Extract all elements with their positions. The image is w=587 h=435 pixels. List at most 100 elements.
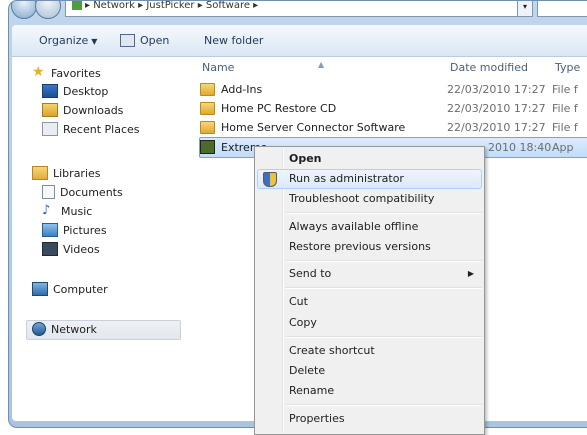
nav-item-documents[interactable]: Documents xyxy=(42,184,123,202)
menu-item-label: Rename xyxy=(289,384,335,397)
nav-item-downloads[interactable]: Downloads xyxy=(42,102,123,120)
folder-icon xyxy=(200,101,215,115)
menu-item-cut[interactable]: Cut xyxy=(257,292,482,312)
desktop-icon xyxy=(42,84,58,98)
address-bar[interactable]: ▸ Network ▸ JustPicker ▸ Software ▸ xyxy=(65,0,522,17)
menu-item-properties[interactable]: Properties xyxy=(257,409,482,429)
nav-item-label: Music xyxy=(61,205,93,218)
new-folder-button[interactable]: New folder xyxy=(204,25,263,56)
nav-item-label: Documents xyxy=(60,186,123,199)
file-date: 22/03/2010 17:27 xyxy=(447,121,546,134)
file-name: Add-Ins xyxy=(221,83,263,96)
organize-label: Organize xyxy=(39,34,89,47)
menu-separator xyxy=(285,260,482,262)
column-type-label: Type xyxy=(555,61,581,74)
column-header-date[interactable]: Date modified xyxy=(450,58,528,78)
menu-item-open[interactable]: Open xyxy=(257,149,482,169)
nav-item-label: Pictures xyxy=(63,224,107,237)
new-folder-label: New folder xyxy=(204,34,264,47)
menu-item-create-shortcut[interactable]: Create shortcut xyxy=(257,341,482,361)
file-date: 2010 18:40 xyxy=(488,141,552,154)
address-dropdown-button[interactable]: ▾ xyxy=(517,1,533,17)
menu-item-label: Properties xyxy=(289,412,345,425)
menu-separator xyxy=(285,212,482,214)
nav-computer[interactable]: Computer xyxy=(32,281,108,299)
context-menu: Open Run as administrator Troubleshoot c… xyxy=(254,146,485,435)
libraries-icon xyxy=(32,166,48,180)
submenu-arrow-icon: ▶ xyxy=(467,269,474,278)
search-input[interactable] xyxy=(537,1,587,17)
nav-item-label: Videos xyxy=(63,243,100,256)
navigation-pane: ★ Favorites Desktop Downloads Recent Plac… xyxy=(12,57,185,421)
menu-separator xyxy=(285,287,482,289)
menu-item-label: Copy xyxy=(289,316,317,329)
menu-item-delete[interactable]: Delete xyxy=(257,361,482,381)
downloads-icon xyxy=(42,103,58,117)
file-date: 22/03/2010 17:27 xyxy=(447,83,546,96)
menu-item-copy[interactable]: Copy xyxy=(257,313,482,333)
nav-item-label: Recent Places xyxy=(63,123,140,136)
table-row[interactable]: Home Server Connector Software 22/03/201… xyxy=(200,118,587,137)
file-type: App xyxy=(552,141,574,154)
file-type: File f xyxy=(552,121,578,134)
column-date-label: Date modified xyxy=(450,61,528,74)
nav-network[interactable]: Network xyxy=(26,320,181,340)
nav-computer-label: Computer xyxy=(53,283,108,296)
organize-button[interactable]: Organize ▼ xyxy=(39,25,97,56)
nav-item-music[interactable]: ♪ Music xyxy=(42,203,92,221)
file-type: File f xyxy=(552,102,578,115)
music-icon: ♪ xyxy=(42,203,51,218)
menu-item-label: Always available offline xyxy=(289,220,419,233)
nav-favorites-label: Favorites xyxy=(51,67,101,80)
nav-favorites[interactable]: ★ Favorites xyxy=(32,65,101,83)
menu-item-always-available-offline[interactable]: Always available offline xyxy=(257,217,482,237)
pictures-icon xyxy=(42,223,58,237)
file-name: Home PC Restore CD xyxy=(221,102,337,115)
file-type: File f xyxy=(552,83,578,96)
videos-icon xyxy=(42,242,58,256)
file-name: Home Server Connector Software xyxy=(221,121,406,134)
nav-item-videos[interactable]: Videos xyxy=(42,241,100,259)
nav-item-pictures[interactable]: Pictures xyxy=(42,222,107,240)
table-row[interactable]: Home PC Restore CD 22/03/2010 17:27 File… xyxy=(200,99,587,118)
uac-shield-icon xyxy=(263,172,277,187)
nav-item-label: Downloads xyxy=(63,104,124,117)
menu-item-restore-previous-versions[interactable]: Restore previous versions xyxy=(257,237,482,257)
folder-icon xyxy=(200,120,215,134)
application-icon xyxy=(200,140,215,154)
menu-item-label: Cut xyxy=(289,295,308,308)
nav-item-label: Desktop xyxy=(63,85,109,98)
menu-item-label: Restore previous versions xyxy=(289,240,431,253)
network-icon xyxy=(32,322,46,336)
open-label: Open xyxy=(140,34,170,47)
nav-item-recent-places[interactable]: Recent Places xyxy=(42,121,140,139)
command-bar: Organize ▼ Open New folder xyxy=(12,25,587,57)
menu-item-send-to[interactable]: Send to ▶ xyxy=(257,264,482,284)
open-button[interactable]: Open xyxy=(120,25,169,56)
menu-separator xyxy=(285,404,482,406)
nav-item-desktop[interactable]: Desktop xyxy=(42,83,108,101)
menu-item-rename[interactable]: Rename xyxy=(257,381,482,401)
chevron-down-icon: ▼ xyxy=(91,37,98,46)
menu-item-label: Delete xyxy=(289,364,326,377)
column-header-type[interactable]: Type xyxy=(555,58,580,78)
menu-item-label: Open xyxy=(289,152,322,165)
menu-item-label: Run as administrator xyxy=(289,172,404,185)
menu-item-label: Troubleshoot compatibility xyxy=(289,192,435,205)
documents-icon xyxy=(42,185,55,199)
table-row[interactable]: Add-Ins 22/03/2010 17:27 File f xyxy=(200,80,587,99)
menu-item-label: Send to xyxy=(289,267,332,280)
address-path: ▸ Network ▸ JustPicker ▸ Software ▸ xyxy=(85,0,259,11)
menu-separator xyxy=(285,336,482,338)
nav-network-label: Network xyxy=(51,323,97,336)
nav-libraries[interactable]: Libraries xyxy=(32,165,101,183)
menu-item-troubleshoot-compatibility[interactable]: Troubleshoot compatibility xyxy=(257,189,482,209)
title-bar: ▸ Network ▸ JustPicker ▸ Software ▸ ▾ xyxy=(9,1,587,25)
back-button[interactable] xyxy=(11,1,37,19)
menu-item-run-as-administrator[interactable]: Run as administrator xyxy=(257,169,482,189)
forward-button[interactable] xyxy=(35,1,61,19)
column-header-name[interactable]: Name ▲ xyxy=(202,58,324,78)
sort-ascending-icon: ▲ xyxy=(318,60,325,69)
network-location-icon xyxy=(72,1,82,10)
menu-item-label: Create shortcut xyxy=(289,344,375,357)
